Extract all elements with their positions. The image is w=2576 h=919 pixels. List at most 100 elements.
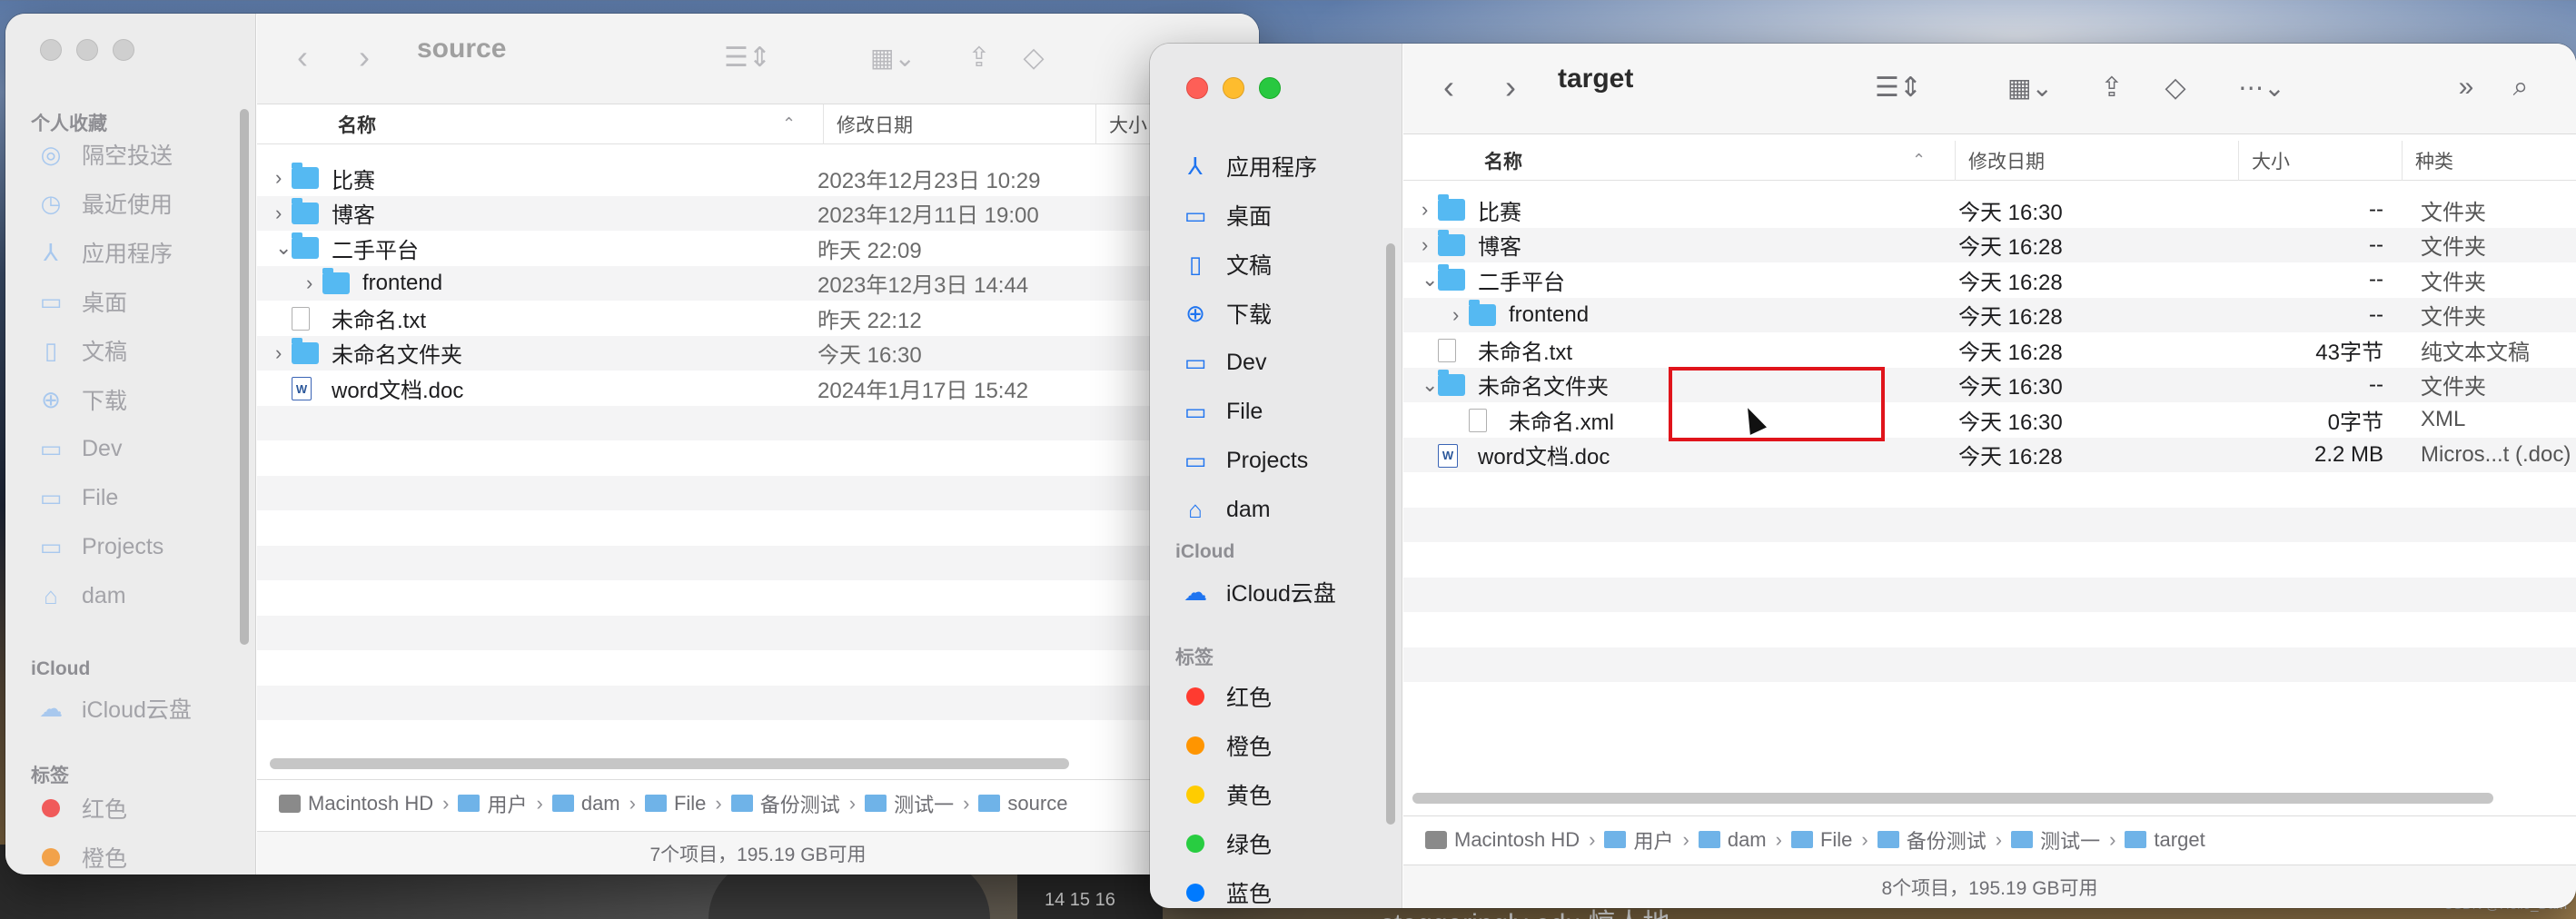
sidebar-item-desktop[interactable]: ▭ 桌面: [33, 279, 127, 324]
path-segment[interactable]: 备份测试: [1877, 825, 1986, 855]
path-segment[interactable]: Macintosh HD: [1425, 828, 1580, 852]
disclosure-expanded-icon[interactable]: ⌄: [275, 231, 292, 266]
disclosure-expanded-icon[interactable]: ⌄: [1422, 368, 1438, 403]
path-segment[interactable]: 测试一: [865, 789, 954, 818]
disclosure-collapsed-icon[interactable]: ›: [1422, 228, 1428, 263]
sidebar-item-apps[interactable]: ⅄ 应用程序: [1177, 143, 1317, 189]
sidebar-tag-item[interactable]: 橙色: [1177, 723, 1272, 768]
disclosure-collapsed-icon[interactable]: ›: [275, 336, 282, 371]
share-button[interactable]: ⇪: [2089, 62, 2135, 113]
horizontal-scrollbar[interactable]: [270, 758, 1069, 769]
path-segment[interactable]: 备份测试: [730, 789, 840, 818]
back-button[interactable]: ‹: [284, 32, 321, 83]
sidebar-scrollbar[interactable]: [240, 109, 249, 645]
minimize-button[interactable]: [76, 39, 98, 61]
file-row[interactable]: › 比赛 今天 16:30 -- 文件夹: [1403, 193, 2576, 228]
column-kind[interactable]: 种类: [2402, 141, 2576, 181]
sidebar-item-folder[interactable]: ▭ Dev: [1177, 340, 1267, 385]
path-segment[interactable]: target: [2125, 828, 2205, 852]
sidebar-item-icloud-drive[interactable]: ☁ iCloud云盘: [1177, 569, 1336, 615]
disclosure-collapsed-icon[interactable]: ›: [275, 161, 282, 196]
disclosure-collapsed-icon[interactable]: ›: [1452, 298, 1459, 333]
file-row[interactable]: › 博客 今天 16:28 -- 文件夹: [1403, 227, 2576, 263]
disclosure-collapsed-icon[interactable]: ›: [306, 266, 312, 301]
path-segment[interactable]: 测试一: [2011, 825, 2100, 855]
view-list-button[interactable]: ☰⇕: [1862, 62, 1935, 113]
column-name[interactable]: 名称: [325, 104, 823, 144]
tag-button[interactable]: ◇: [1011, 32, 1056, 83]
horizontal-scrollbar[interactable]: [1412, 793, 2493, 804]
column-size[interactable]: 大小: [2238, 141, 2402, 181]
minimize-button[interactable]: [1223, 77, 1244, 99]
tag-button[interactable]: ◇: [2153, 62, 2198, 113]
action-menu-button[interactable]: ⋯⌄: [2225, 62, 2298, 113]
path-segment[interactable]: dam: [551, 792, 620, 815]
finder-window-source[interactable]: 个人收藏 ◎ 隔空投送 ◷ 最近使用 ⅄ 应用程序 ▭ 桌面 ▯ 文稿 ⊕ 下载 ▭ Dev ▭ File ▭ P…: [5, 14, 1259, 875]
column-date[interactable]: 修改日期: [823, 104, 1095, 144]
sidebar-item-download[interactable]: ⊕ 下载: [1177, 291, 1272, 336]
file-row[interactable]: 未命名.txt 昨天 22:12: [257, 301, 1259, 336]
path-segment[interactable]: 用户: [1604, 825, 1674, 855]
back-button[interactable]: ‹: [1431, 62, 1467, 113]
disclosure-collapsed-icon[interactable]: ›: [275, 196, 282, 232]
path-segment[interactable]: File: [1790, 828, 1852, 852]
sidebar-item-apps[interactable]: ⅄ 应用程序: [33, 230, 173, 275]
file-row[interactable]: ⌄ 未命名文件夹 今天 16:30 -- 文件夹: [1403, 367, 2576, 403]
sidebar-scrollbar[interactable]: [1386, 243, 1395, 825]
view-list-button[interactable]: ☰⇕: [711, 32, 784, 83]
path-segment[interactable]: dam: [1698, 828, 1767, 852]
group-button[interactable]: ▦⌄: [857, 32, 929, 83]
sidebar-item-airdrop[interactable]: ◎ 隔空投送: [33, 132, 173, 177]
path-segment[interactable]: File: [644, 792, 706, 815]
file-row[interactable]: Wword文档.doc 2024年1月17日 15:42: [257, 371, 1259, 406]
column-name[interactable]: 名称: [1471, 141, 1955, 181]
file-row[interactable]: › frontend 今天 16:28 -- 文件夹: [1403, 297, 2576, 333]
sidebar-item-document[interactable]: ▯ 文稿: [33, 328, 127, 373]
sidebar-item-folder[interactable]: ▭ Projects: [33, 524, 164, 569]
file-row[interactable]: ⌄ 二手平台 昨天 22:09: [257, 231, 1259, 266]
sidebar-item-clock[interactable]: ◷ 最近使用: [33, 181, 173, 226]
zoom-button[interactable]: [113, 39, 134, 61]
sidebar-tag-item[interactable]: 橙色: [33, 835, 127, 875]
sidebar-item-home[interactable]: ⌂ dam: [33, 573, 126, 618]
sidebar-item-folder[interactable]: ▭ Projects: [1177, 438, 1309, 483]
forward-button[interactable]: ›: [1492, 62, 1529, 113]
close-button[interactable]: [1186, 77, 1208, 99]
group-button[interactable]: ▦⌄: [1994, 62, 2066, 113]
sidebar-item-folder[interactable]: ▭ Dev: [33, 426, 123, 471]
file-row[interactable]: › 博客 2023年12月11日 19:00: [257, 195, 1259, 232]
sidebar-item-document[interactable]: ▯ 文稿: [1177, 242, 1272, 287]
file-row[interactable]: ⌄ 二手平台 今天 16:28 -- 文件夹: [1403, 262, 2576, 298]
file-date: 今天 16:30: [817, 343, 922, 369]
sidebar-item-folder[interactable]: ▭ File: [33, 475, 119, 520]
finder-window-target[interactable]: ⅄ 应用程序 ▭ 桌面 ▯ 文稿 ⊕ 下载 ▭ Dev ▭ File ▭ Projects ⌂ dam iCl…: [1150, 44, 2576, 908]
file-row[interactable]: Wword文档.doc 今天 16:28 2.2 MB Micros...t (.do…: [1403, 437, 2576, 472]
zoom-button[interactable]: [1259, 77, 1281, 99]
sidebar-item-home[interactable]: ⌂ dam: [1177, 487, 1271, 532]
disclosure-expanded-icon[interactable]: ⌄: [1422, 262, 1438, 298]
sidebar-tag-item[interactable]: 绿色: [1177, 821, 1272, 866]
sidebar-tag-item[interactable]: 红色: [1177, 674, 1272, 719]
file-row[interactable]: 未命名.xml 今天 16:30 0字节 XML: [1403, 402, 2576, 438]
path-segment[interactable]: Macintosh HD: [279, 792, 433, 815]
file-row[interactable]: › frontend 2023年12月3日 14:44: [257, 265, 1259, 301]
sidebar-item-icloud-drive[interactable]: ☁ iCloud云盘: [33, 686, 192, 731]
sidebar-tag-item[interactable]: 黄色: [1177, 772, 1272, 817]
toolbar-overflow-button[interactable]: »: [2443, 62, 2489, 113]
share-button[interactable]: ⇪: [956, 32, 1002, 83]
sidebar-tag-item[interactable]: 蓝色: [1177, 870, 1272, 908]
path-segment[interactable]: 用户: [458, 789, 528, 818]
file-row[interactable]: › 未命名文件夹 今天 16:30: [257, 335, 1259, 371]
column-date[interactable]: 修改日期: [1955, 141, 2238, 181]
file-row[interactable]: › 比赛 2023年12月23日 10:29: [257, 161, 1259, 196]
sidebar-item-folder[interactable]: ▭ File: [1177, 389, 1263, 434]
search-button[interactable]: ⌕: [2498, 62, 2543, 113]
sidebar-item-download[interactable]: ⊕ 下载: [33, 377, 127, 422]
forward-button[interactable]: ›: [346, 32, 382, 83]
file-row[interactable]: 未命名.txt 今天 16:28 43字节 纯文本文稿: [1403, 332, 2576, 368]
disclosure-collapsed-icon[interactable]: ›: [1422, 193, 1428, 228]
sidebar-item-desktop[interactable]: ▭ 桌面: [1177, 193, 1272, 238]
close-button[interactable]: [40, 39, 62, 61]
sidebar-tag-item[interactable]: 红色: [33, 786, 127, 831]
path-segment[interactable]: source: [978, 792, 1067, 815]
